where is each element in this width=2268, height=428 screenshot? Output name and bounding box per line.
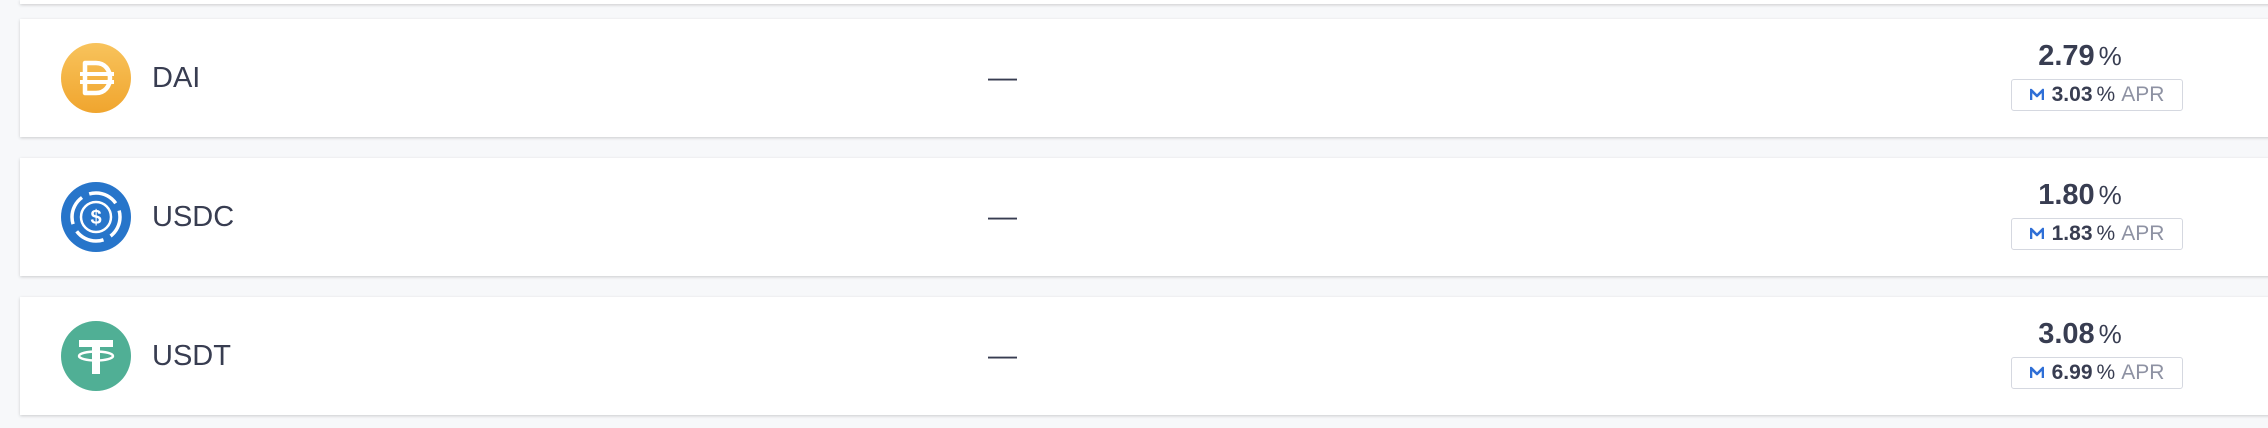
supply-apy: 2.79% — [1960, 38, 2200, 79]
reward-token-icon — [2029, 227, 2044, 239]
reward-apr-label: APR — [2121, 361, 2165, 384]
previous-row-edge — [20, 0, 2268, 4]
incentive-apr-badge[interactable]: 6.99% APR — [2011, 357, 2183, 389]
reward-apr-value: 3.03 — [2051, 83, 2093, 106]
reward-apr-value: 1.83 — [2051, 222, 2093, 245]
usdt-icon — [61, 321, 131, 391]
wallet-balance: — — [988, 62, 1017, 94]
asset-name: USDC — [152, 201, 235, 233]
supply-apy: 3.08% — [1960, 316, 2200, 357]
apy-unit: % — [2098, 41, 2122, 71]
asset-row-dai[interactable]: DAI — 2.79% 3.03% APR — [20, 19, 2268, 137]
asset-name: DAI — [152, 62, 201, 94]
wallet-balance: — — [988, 340, 1017, 372]
asset-name: USDT — [152, 340, 231, 372]
apy-unit: % — [2098, 180, 2122, 210]
wallet-balance: — — [988, 201, 1017, 233]
supply-apy: 1.80% — [1960, 177, 2200, 218]
reward-token-icon — [2029, 88, 2044, 100]
apy-value: 3.08 — [2038, 318, 2095, 350]
reward-token-icon — [2029, 366, 2044, 378]
reward-apr-unit: % — [2096, 83, 2116, 106]
asset-row-usdt[interactable]: USDT — 3.08% 6.99% APR — [20, 297, 2268, 415]
svg-text:$: $ — [90, 207, 101, 229]
incentive-apr-badge[interactable]: 1.83% APR — [2011, 218, 2183, 250]
reward-apr-label: APR — [2121, 83, 2165, 106]
incentive-apr-badge[interactable]: 3.03% APR — [2011, 79, 2183, 111]
apy-unit: % — [2098, 319, 2122, 349]
apy-value: 2.79 — [2038, 40, 2095, 72]
reward-apr-unit: % — [2096, 361, 2116, 384]
apy-value: 1.80 — [2038, 179, 2095, 211]
asset-row-usdc[interactable]: $ USDC — 1.80% 1.83% APR — [20, 158, 2268, 276]
reward-apr-value: 6.99 — [2051, 361, 2093, 384]
dai-icon — [61, 43, 131, 113]
usdc-icon: $ — [61, 182, 131, 252]
reward-apr-label: APR — [2121, 222, 2165, 245]
reward-apr-unit: % — [2096, 222, 2116, 245]
